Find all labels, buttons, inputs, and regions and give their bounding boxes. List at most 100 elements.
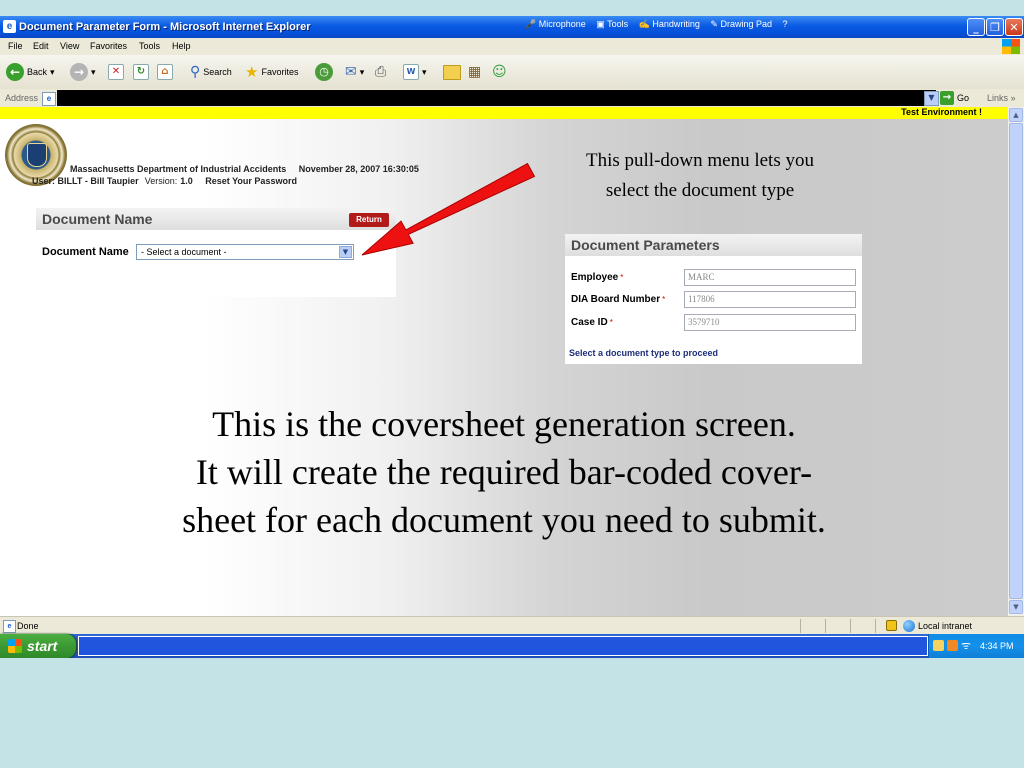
user-name: User: BILLT - Bill Taupier (32, 176, 139, 186)
search-icon: ⚲ (190, 64, 201, 80)
go-button[interactable]: → Go (940, 91, 969, 105)
star-icon: ★ (245, 63, 259, 81)
intranet-zone-icon (903, 620, 915, 632)
proceed-message: Select a document type to proceed (569, 348, 719, 358)
research-icon: ▦ (468, 64, 482, 80)
windows-logo-icon (1002, 39, 1020, 54)
tray-security-icon[interactable] (947, 640, 958, 651)
menu-edit[interactable]: Edit (33, 41, 49, 51)
folder-button[interactable] (443, 63, 461, 81)
messenger-button[interactable]: ☺ (492, 63, 507, 81)
search-label: Search (203, 67, 232, 77)
restore-button[interactable]: ❐ (986, 18, 1004, 36)
page-status-icon: e (3, 620, 16, 633)
menu-help[interactable]: Help (172, 41, 191, 51)
security-zone-text: Local intranet (918, 621, 973, 631)
stop-icon: ✕ (108, 64, 124, 80)
version-value: 1.0 (180, 176, 193, 186)
case-id-label: Case ID * (571, 317, 613, 328)
minimize-button[interactable]: _ (967, 18, 985, 36)
taskbar-window-button[interactable] (78, 636, 928, 656)
start-label: start (27, 638, 58, 654)
links-button[interactable]: Links » (987, 93, 1016, 103)
callout-line: select the document type (605, 180, 795, 201)
research-button[interactable]: ▦ (468, 63, 481, 81)
tray-message-icon[interactable] (933, 640, 944, 651)
menu-favorites[interactable]: Favorites (90, 41, 127, 51)
return-button[interactable]: Return (349, 213, 389, 227)
body-line: This is the coversheet generation screen… (212, 404, 796, 444)
back-arrow-icon: ← (6, 63, 24, 81)
favorites-button[interactable]: ★ Favorites (245, 63, 298, 81)
scroll-up-icon[interactable]: ▲ (1009, 108, 1023, 122)
back-button[interactable]: ← Back ▾ (6, 63, 55, 81)
dia-board-number-field[interactable]: 117806 (684, 291, 856, 308)
employee-field[interactable]: MARC (684, 269, 856, 286)
address-dropdown-icon[interactable]: ▼ (924, 91, 939, 106)
close-button[interactable]: ✕ (1005, 18, 1023, 36)
case-id-field[interactable]: 3579710 (684, 314, 856, 331)
required-marker: * (609, 318, 613, 327)
address-input[interactable] (57, 90, 936, 106)
help-icon[interactable]: ? (783, 19, 788, 29)
history-button[interactable]: ◷ (315, 63, 333, 81)
seal-shield-icon (27, 143, 47, 167)
body-annotation: This is the coversheet generation screen… (100, 400, 908, 544)
forward-button[interactable]: → ▾ (70, 63, 96, 81)
tools-button[interactable]: ▣ Tools (596, 19, 628, 30)
user-info: User: BILLT - Bill Taupier Version: 1.0 Re… (32, 176, 307, 186)
scroll-down-icon[interactable]: ▼ (1009, 600, 1023, 614)
test-environment-banner: Test Environment ! (0, 107, 1008, 119)
status-bar: e Done Local intranet (0, 616, 1024, 635)
handwriting-button[interactable]: ✍ Handwriting (639, 19, 700, 30)
agency-header: Massachusetts Department of Industrial A… (70, 164, 429, 174)
page-icon: e (42, 92, 56, 106)
agency-name: Massachusetts Department of Industrial A… (70, 164, 287, 174)
clock: 4:34 PM (980, 641, 1014, 651)
callout-annotation: This pull-down menu lets you select the … (520, 146, 880, 206)
ie-icon: e (3, 20, 16, 33)
employee-label: Employee * (571, 272, 624, 283)
search-button[interactable]: ⚲ Search (190, 63, 232, 81)
stop-button[interactable]: ✕ (108, 63, 124, 81)
address-label: Address (5, 93, 39, 103)
scrollbar-thumb[interactable] (1009, 123, 1023, 599)
start-button[interactable]: start (0, 634, 76, 658)
document-select-value: - Select a document - (141, 247, 227, 257)
taskbar: start ᯤ 4:34 PM (0, 634, 1024, 658)
status-divider (850, 619, 851, 633)
mail-button[interactable]: ✉ ▾ (345, 63, 364, 81)
ie-window: e Document Parameter Form - Microsoft In… (0, 16, 1024, 658)
folder-icon (443, 64, 461, 80)
window-title: Document Parameter Form - Microsoft Inte… (19, 21, 311, 33)
reset-password-link[interactable]: Reset Your Password (205, 176, 297, 186)
go-arrow-icon: → (940, 91, 954, 105)
document-name-panel-header: Document Name (36, 208, 396, 230)
windows-flag-icon (8, 639, 22, 653)
document-select[interactable]: - Select a document - ▼ (136, 244, 354, 260)
refresh-button[interactable]: ↻ (133, 63, 149, 81)
edit-button[interactable]: W ▾ (403, 63, 427, 81)
go-label: Go (957, 93, 970, 103)
required-marker: * (662, 295, 666, 304)
body-line: It will create the required bar-coded co… (195, 452, 813, 492)
history-icon: ◷ (315, 63, 333, 81)
menu-view[interactable]: View (60, 41, 79, 51)
home-icon: ⌂ (157, 64, 173, 80)
wireless-network-icon[interactable]: ᯤ (961, 638, 972, 652)
status-text: Done (17, 621, 39, 631)
status-divider (825, 619, 826, 633)
menu-file[interactable]: File (8, 41, 23, 51)
header-datetime: November 28, 2007 16:30:05 (298, 164, 419, 174)
language-bar: 🎤 Microphone ▣ Tools ✍ Handwriting ✎ Dra… (525, 19, 796, 35)
menu-tools[interactable]: Tools (139, 41, 160, 51)
vertical-scrollbar[interactable]: ▲ ▼ (1008, 107, 1024, 616)
home-button[interactable]: ⌂ (157, 63, 173, 81)
required-marker: * (620, 273, 624, 282)
drawing-pad-button[interactable]: ✎ Drawing Pad (710, 19, 772, 30)
microphone-button[interactable]: 🎤 Microphone (525, 19, 586, 30)
status-divider (800, 619, 801, 633)
print-button[interactable]: ⎙ (375, 63, 386, 81)
mail-icon: ✉ (345, 64, 357, 80)
chevron-down-icon[interactable]: ▼ (339, 246, 352, 258)
